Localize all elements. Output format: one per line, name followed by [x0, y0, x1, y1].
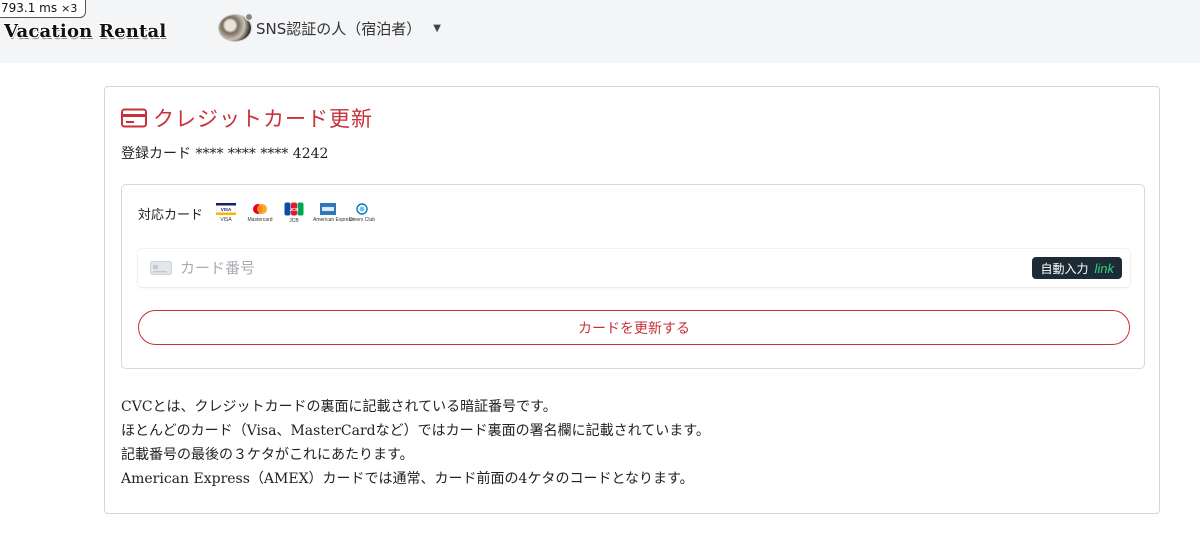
perf-badge: 793.1 ms ×3 — [0, 0, 87, 18]
svg-text:VISA: VISA — [221, 207, 232, 212]
top-navbar: Vacation Rental SNS認証の人（宿泊者） ▼ — [0, 0, 1200, 63]
mastercard-icon: Mastercard — [245, 203, 275, 223]
card-number-input[interactable] — [180, 259, 980, 277]
update-card-button[interactable]: カードを更新する — [138, 310, 1130, 345]
page-title-row: クレジットカード更新 — [121, 103, 373, 133]
credit-card-update-panel: クレジットカード更新 登録カード **** **** **** 4242 対応カ… — [104, 86, 1160, 514]
note-line: ほとんどのカード（Visa、MasterCardなど）ではカード裏面の署名欄に記… — [121, 423, 710, 439]
note-line: 記載番号の最後の３ケタがこれにあたります。 — [121, 447, 414, 463]
card-number-field[interactable]: 自動入力 link — [138, 249, 1130, 287]
chevron-down-icon: ▼ — [433, 22, 441, 34]
status-dot — [245, 13, 253, 21]
credit-card-icon — [121, 108, 147, 128]
supported-cards: 対応カード VISA VISA Mastercard JCB JCB Ameri… — [138, 202, 381, 224]
link-logo: link — [1094, 260, 1114, 276]
visa-icon: VISA VISA — [211, 203, 241, 223]
diners-club-icon: Diners Club — [347, 203, 377, 223]
supported-cards-label: 対応カード — [138, 207, 204, 223]
avatar — [218, 13, 253, 42]
card-placeholder-icon — [150, 261, 172, 275]
site-logo[interactable]: Vacation Rental — [4, 21, 166, 42]
svg-text:JCB: JCB — [290, 207, 300, 212]
perf-time: 793.1 ms — [1, 1, 58, 15]
user-menu-dropdown[interactable]: SNS認証の人（宿泊者） ▼ — [218, 13, 441, 43]
card-form: 対応カード VISA VISA Mastercard JCB JCB Ameri… — [121, 184, 1145, 369]
autofill-label: 自動入力 — [1040, 261, 1089, 276]
note-line: American Express（AMEX）カードでは通常、カード前面の4ケタの… — [121, 471, 694, 487]
perf-multiplier: ×3 — [61, 2, 78, 15]
autofill-link-button[interactable]: 自動入力 link — [1032, 257, 1122, 279]
cvc-explanation: CVCとは、クレジットカードの裏面に記載されている暗証番号です。 ほとんどのカー… — [121, 395, 710, 491]
amex-icon: American Express — [313, 203, 354, 223]
note-line: CVCとは、クレジットカードの裏面に記載されている暗証番号です。 — [121, 399, 557, 415]
user-name: SNS認証の人（宿泊者） — [256, 19, 422, 38]
page-title: クレジットカード更新 — [153, 107, 373, 131]
registered-card: 登録カード **** **** **** 4242 — [121, 146, 329, 162]
jcb-icon: JCB JCB — [279, 202, 309, 224]
